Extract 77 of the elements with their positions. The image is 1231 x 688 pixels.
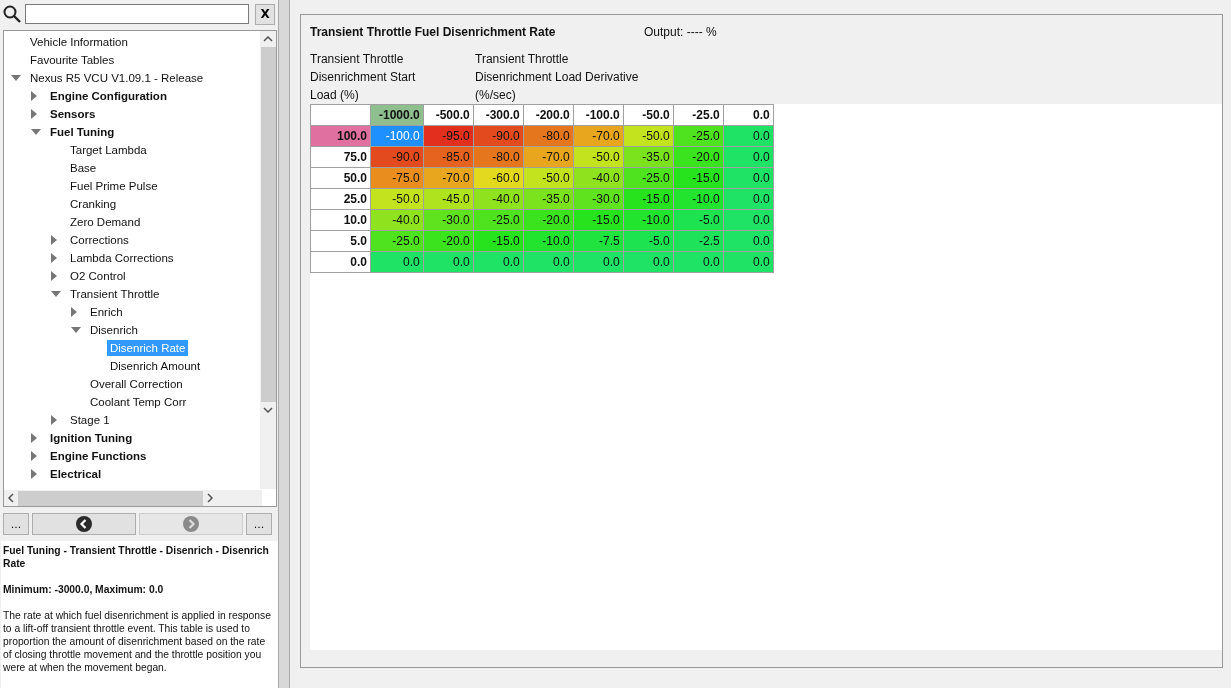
horizontal-scrollbar[interactable]	[4, 490, 262, 506]
column-header[interactable]: -300.0	[473, 104, 524, 126]
description-text: The rate at which fuel disenrichment is applied in response to a lift-off transient throttle event. This table is used to proportion the amount of disenrichment based on the rate of closing throttle movement and the throttle position you were at when the movement began.	[3, 609, 272, 674]
column-header[interactable]: 0.0	[723, 104, 774, 126]
expanded-arrow-icon[interactable]	[11, 75, 21, 81]
tree-item[interactable]: O2 Control	[67, 268, 129, 284]
search-field[interactable]	[25, 4, 250, 24]
tree-item[interactable]: Zero Demand	[67, 214, 144, 230]
collapsed-arrow-icon[interactable]	[31, 469, 37, 479]
scroll-down-icon[interactable]	[263, 407, 273, 413]
tree-item[interactable]: Coolant Temp Corr	[87, 394, 190, 410]
tree-item[interactable]: Ignition Tuning	[47, 430, 136, 446]
row-axis-label: Transient Throttle	[310, 51, 405, 68]
more-button[interactable]: ...	[3, 513, 29, 535]
tree-item[interactable]: Base	[67, 160, 100, 176]
collapsed-arrow-icon[interactable]	[31, 433, 37, 443]
expanded-arrow-icon[interactable]	[31, 129, 41, 135]
tree-item[interactable]: Disenrich Amount	[107, 358, 204, 374]
tree-item[interactable]: Favourite Tables	[27, 52, 118, 68]
row-header[interactable]: 10.0	[310, 209, 371, 231]
collapsed-arrow-icon[interactable]	[51, 253, 57, 263]
tree-item[interactable]: Target Lambda	[67, 142, 150, 158]
column-header[interactable]: -500.0	[423, 104, 474, 126]
row-header[interactable]: 0.0	[310, 251, 371, 273]
corner-cell	[310, 104, 371, 126]
tree-item[interactable]: Fuel Tuning	[47, 124, 118, 140]
row-axis-label: Load (%)	[310, 87, 360, 104]
tree-item[interactable]: Transient Throttle	[67, 286, 163, 302]
column-header[interactable]: -100.0	[573, 104, 624, 126]
column-header[interactable]: -1000.0	[370, 104, 424, 126]
collapsed-arrow-icon[interactable]	[51, 415, 57, 425]
back-button[interactable]	[32, 513, 136, 535]
expanded-arrow-icon[interactable]	[51, 291, 61, 297]
tree-item[interactable]: Fuel Prime Pulse	[67, 178, 161, 194]
tree-item[interactable]: Lambda Corrections	[67, 250, 177, 266]
output-readout: Output: ---- %	[644, 25, 717, 39]
tree-item[interactable]: Vehicle Information	[27, 34, 131, 50]
collapsed-arrow-icon[interactable]	[51, 271, 57, 281]
collapsed-arrow-icon[interactable]	[51, 235, 57, 245]
tree-item[interactable]: Corrections	[67, 232, 132, 248]
tree-item[interactable]: Overall Correction	[87, 376, 186, 392]
clear-search-button[interactable]: X	[255, 3, 275, 25]
tree-item[interactable]: Cranking	[67, 196, 120, 212]
search-icon	[3, 5, 21, 23]
collapsed-arrow-icon[interactable]	[71, 307, 77, 317]
collapsed-arrow-icon[interactable]	[31, 91, 37, 101]
tree-item[interactable]: Nexus R5 VCU V1.09.1 - Release	[27, 70, 207, 86]
row-header[interactable]: 50.0	[310, 167, 371, 189]
table-title: Transient Throttle Fuel Disenrichment Rate	[310, 25, 557, 39]
column-header[interactable]: -50.0	[623, 104, 674, 126]
collapsed-arrow-icon[interactable]	[31, 109, 37, 119]
tree-item[interactable]: Sensors	[47, 106, 99, 122]
tree-item[interactable]: Stage 1	[67, 412, 113, 428]
column-axis-label: Transient Throttle	[475, 51, 570, 68]
row-header[interactable]: 25.0	[310, 188, 371, 210]
column-axis-label: (%/sec)	[475, 87, 517, 104]
row-header[interactable]: 100.0	[310, 125, 371, 147]
collapsed-arrow-icon[interactable]	[31, 451, 37, 461]
row-header[interactable]: 5.0	[310, 230, 371, 252]
description-path: Fuel Tuning - Transient Throttle - Disenrich - Disenrich Rate	[3, 544, 270, 570]
scroll-up-icon[interactable]	[263, 36, 273, 42]
value-range: Minimum: -3000.0, Maximum: 0.0	[3, 583, 165, 596]
tree-item[interactable]: Disenrich	[87, 322, 141, 338]
expanded-arrow-icon[interactable]	[71, 327, 81, 333]
vertical-scrollbar[interactable]	[260, 31, 276, 489]
column-axis-label: Disenrichment Load Derivative	[475, 69, 639, 86]
row-axis-label: Disenrichment Start	[310, 69, 417, 86]
scroll-right-icon[interactable]	[206, 493, 214, 503]
tree-item[interactable]: Engine Configuration	[47, 88, 170, 104]
tree-item[interactable]: Enrich	[87, 304, 126, 320]
scroll-left-icon[interactable]	[7, 493, 15, 503]
column-header[interactable]: -200.0	[523, 104, 574, 126]
column-header[interactable]: -25.0	[673, 104, 724, 126]
more-button[interactable]: ...	[246, 513, 272, 535]
tree-item[interactable]: Electrical	[47, 466, 105, 482]
row-header[interactable]: 75.0	[310, 146, 371, 168]
tree-item[interactable]: Engine Functions	[47, 448, 150, 464]
